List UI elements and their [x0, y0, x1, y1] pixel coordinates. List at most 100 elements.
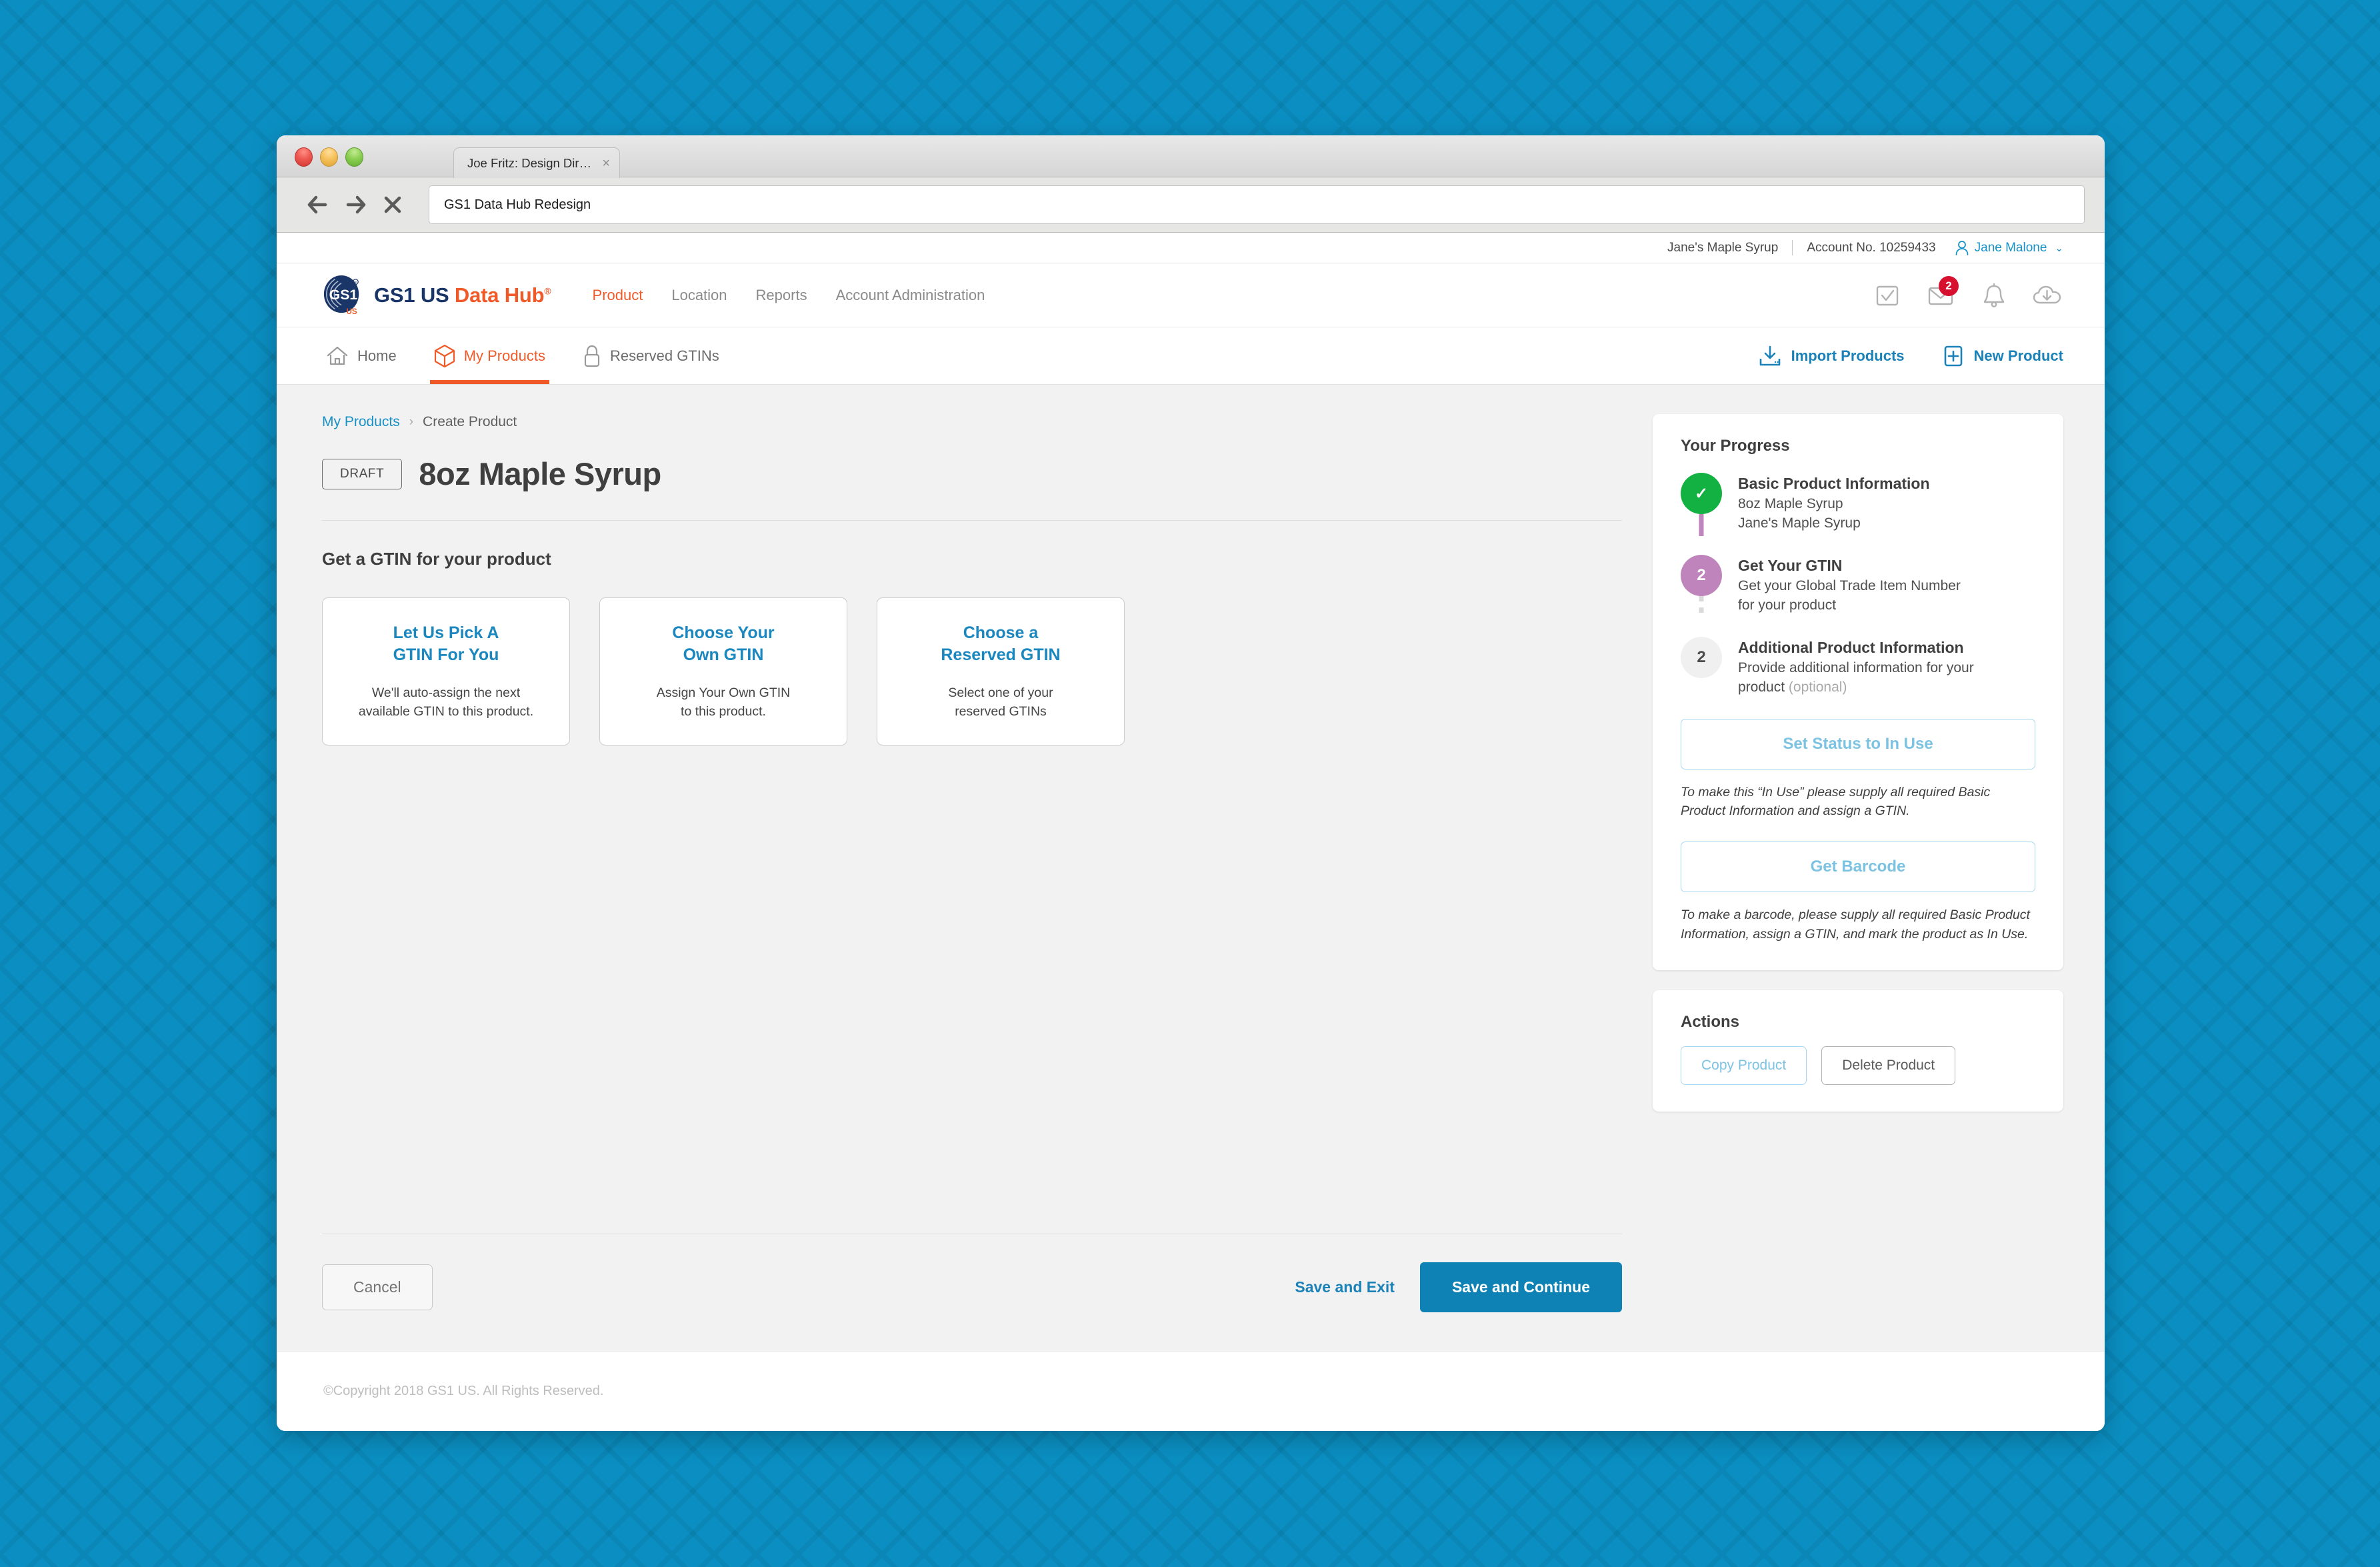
- breadcrumb-link-my-products[interactable]: My Products: [322, 414, 400, 430]
- subnav-actions: Import Products New Product: [1758, 327, 2063, 384]
- progress-step-get-your-gtin[interactable]: 2 Get Your GTIN Get your Global Trade It…: [1681, 554, 2035, 637]
- main-content: My Products › Create Product DRAFT 8oz M…: [322, 414, 1622, 1351]
- step-title: Basic Product Information: [1738, 475, 1930, 492]
- save-and-exit-button[interactable]: Save and Exit: [1269, 1264, 1420, 1311]
- stop-button[interactable]: [374, 189, 411, 221]
- gtin-card-description: Assign Your Own GTIN to this product.: [657, 684, 791, 721]
- cancel-button[interactable]: Cancel: [322, 1264, 433, 1310]
- envelope-unread-badge: 2: [1939, 275, 1959, 296]
- maximize-window-button[interactable]: [345, 147, 363, 167]
- back-button[interactable]: [299, 189, 337, 221]
- import-products-button[interactable]: Import Products: [1758, 344, 1905, 368]
- progress-step-additional-product-information[interactable]: 2 Additional Product Information Provide…: [1681, 636, 2035, 697]
- title-divider: [322, 520, 1622, 521]
- step-subtext: Provide additional information for your …: [1738, 659, 2035, 697]
- gtin-card-desc-line2: reserved GTINs: [955, 703, 1047, 719]
- set-status-in-use-button[interactable]: Set Status to In Use: [1681, 718, 2035, 769]
- brand-wordmark: GS1 US Data Hub®: [374, 283, 551, 307]
- brand-wordmark-orange: Data Hub: [454, 283, 545, 307]
- envelope-icon[interactable]: 2: [1925, 275, 1959, 311]
- step-marker-current: 2: [1681, 554, 1722, 596]
- account-number: Account No. 10259433: [1807, 240, 1936, 255]
- home-icon: [326, 345, 349, 367]
- step-title: Get Your GTIN: [1738, 556, 1843, 574]
- subnav-label-reserved-gtins: Reserved GTINs: [609, 347, 719, 364]
- gtin-card-desc-line1: Select one of your: [948, 685, 1053, 701]
- step-body: Additional Product Information Provide a…: [1738, 637, 2035, 697]
- step-subtext-line1: Get your Global Trade Item Number: [1738, 577, 1961, 593]
- close-window-button[interactable]: [295, 147, 313, 167]
- subnav-item-my-products[interactable]: My Products: [429, 327, 550, 384]
- app-footer: ©Copyright 2018 GS1 US. All Rights Reser…: [277, 1351, 2105, 1431]
- gtin-card-title-line1: Choose Your: [672, 623, 775, 642]
- step-connector-dotted: [1699, 595, 1704, 618]
- breadcrumb-current: Create Product: [423, 414, 517, 429]
- gtin-section-heading: Get a GTIN for your product: [322, 549, 551, 569]
- copyright-text: ©Copyright 2018 GS1 US. All Rights Reser…: [323, 1384, 604, 1398]
- new-product-button[interactable]: New Product: [1942, 344, 2063, 368]
- tasks-checkbox-icon[interactable]: [1871, 279, 1903, 311]
- primary-nav: Product Location Reports Account Adminis…: [593, 287, 985, 304]
- chevron-down-icon: ⌄: [2055, 242, 2063, 254]
- form-action-row: Cancel Save and Exit Save and Continue: [322, 1262, 1622, 1312]
- gtin-card-title-line2: GTIN For You: [393, 645, 499, 665]
- nav-item-reports[interactable]: Reports: [756, 287, 807, 304]
- browser-tab[interactable]: Joe Fritz: Design Director ×: [453, 147, 620, 178]
- bell-icon[interactable]: [1978, 279, 2010, 311]
- subnav-item-home[interactable]: Home: [322, 327, 401, 384]
- delete-product-button[interactable]: Delete Product: [1821, 1046, 1956, 1085]
- account-bar: Jane's Maple Syrup Account No. 10259433 …: [277, 233, 2105, 263]
- svg-text:GS1: GS1: [329, 286, 358, 302]
- main-header: GS1 R US GS1 US Data Hub® Product Locati…: [277, 263, 2105, 327]
- set-status-hint: To make this “In Use” please supply all …: [1681, 784, 1991, 819]
- gtin-card-title: Choose a Reserved GTIN: [941, 622, 1060, 667]
- user-menu[interactable]: Jane Malone ⌄: [1955, 240, 2063, 256]
- browser-tab-title: Joe Fritz: Design Director: [467, 155, 597, 170]
- gtin-card-own-gtin[interactable]: Choose Your Own GTIN Assign Your Own GTI…: [599, 597, 847, 745]
- address-bar-value: GS1 Data Hub Redesign: [444, 197, 591, 212]
- subnav-item-reserved-gtins[interactable]: Reserved GTINs: [579, 327, 723, 384]
- cloud-download-icon[interactable]: [2031, 279, 2063, 311]
- gtin-card-description: Select one of your reserved GTINs: [948, 684, 1053, 721]
- svg-text:US: US: [346, 307, 357, 316]
- save-and-continue-button[interactable]: Save and Continue: [1419, 1262, 1622, 1312]
- step-subtext-line2: for your product: [1738, 597, 1837, 613]
- account-bar-separator: [1792, 240, 1793, 255]
- gtin-card-reserved-gtin[interactable]: Choose a Reserved GTIN Select one of you…: [877, 597, 1125, 745]
- product-title-row: DRAFT 8oz Maple Syrup: [322, 455, 1622, 492]
- user-avatar-icon: [1955, 240, 1969, 256]
- page-body: My Products › Create Product DRAFT 8oz M…: [277, 385, 2105, 1351]
- get-barcode-button[interactable]: Get Barcode: [1681, 842, 2035, 893]
- progress-step-basic-product-information[interactable]: ✓ Basic Product Information 8oz Maple Sy…: [1681, 473, 2035, 555]
- gtin-option-cards: Let Us Pick A GTIN For You We'll auto-as…: [322, 597, 1622, 745]
- minimize-window-button[interactable]: [320, 147, 338, 167]
- step-marker-column: 2: [1681, 554, 1722, 618]
- copy-product-button[interactable]: Copy Product: [1681, 1046, 1807, 1085]
- subnav-label-home: Home: [357, 347, 397, 364]
- progress-step-list: ✓ Basic Product Information 8oz Maple Sy…: [1681, 473, 2035, 697]
- address-bar[interactable]: GS1 Data Hub Redesign: [429, 185, 2085, 224]
- import-products-label: Import Products: [1791, 347, 1905, 364]
- brand-logo[interactable]: GS1 R US GS1 US Data Hub®: [322, 275, 551, 316]
- nav-item-account-administration[interactable]: Account Administration: [836, 287, 985, 304]
- gtin-card-auto-assign[interactable]: Let Us Pick A GTIN For You We'll auto-as…: [322, 597, 570, 745]
- gtin-card-desc-line1: We'll auto-assign the next: [371, 685, 521, 701]
- forward-button[interactable]: [337, 189, 374, 221]
- step-body: Get Your GTIN Get your Global Trade Item…: [1738, 555, 2035, 615]
- browser-window: Joe Fritz: Design Director × GS1 Data Hu…: [277, 135, 2105, 1431]
- nav-item-product[interactable]: Product: [593, 287, 643, 304]
- step-marker-done: ✓: [1681, 473, 1722, 514]
- gtin-card-desc-line1: Assign Your Own GTIN: [656, 685, 791, 701]
- step-connector-solid: [1699, 514, 1704, 536]
- step-marker-column: 2: [1681, 636, 1722, 697]
- page-title: 8oz Maple Syrup: [419, 456, 661, 491]
- step-title: Additional Product Information: [1738, 638, 1964, 656]
- step-subtext: Get your Global Trade Item Number for yo…: [1738, 577, 2035, 615]
- nav-item-location[interactable]: Location: [671, 287, 727, 304]
- gtin-card-title-line1: Let Us Pick A: [393, 623, 499, 642]
- step-subtext-line1: 8oz Maple Syrup: [1738, 496, 1843, 511]
- tab-close-icon[interactable]: ×: [597, 157, 610, 170]
- gtin-card-title-line2: Own GTIN: [683, 645, 764, 665]
- step-optional-label: (optional): [1788, 679, 1847, 695]
- lock-icon: [583, 344, 601, 368]
